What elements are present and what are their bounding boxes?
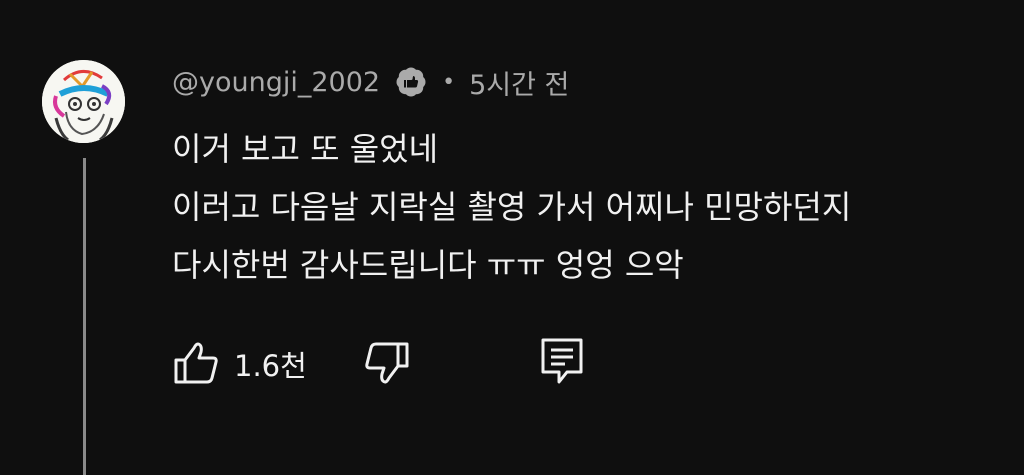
like-button[interactable]: 1.6천 xyxy=(172,338,307,390)
avatar[interactable] xyxy=(42,60,125,143)
comment-line: 다시한번 감사드립니다 ㅠㅠ 엉엉 으악 xyxy=(172,246,684,284)
reply-thread-line xyxy=(83,158,86,475)
username[interactable]: @youngji_2002 xyxy=(172,67,380,98)
comment-actions: 1.6천 xyxy=(172,336,585,392)
comment-line: 이러고 다음날 지락실 촬영 가서 어찌나 민망하던지 xyxy=(172,188,852,226)
separator-dot: • xyxy=(442,69,456,95)
comment-header: @youngji_2002 • 5시간 전 xyxy=(172,62,569,102)
comment-text: 이거 보고 또 울었네 이러고 다음날 지락실 촬영 가서 어찌나 민망하던지 … xyxy=(172,120,992,294)
reply-icon xyxy=(539,336,585,392)
timestamp[interactable]: 5시간 전 xyxy=(469,63,569,102)
reply-button[interactable] xyxy=(539,336,585,392)
dislike-button[interactable] xyxy=(363,338,411,390)
like-count: 1.6천 xyxy=(234,349,307,383)
comment-line: 이거 보고 또 울었네 xyxy=(172,130,439,168)
thumbs-up-icon xyxy=(172,338,220,390)
creator-heart-badge-icon xyxy=(394,65,428,99)
thumbs-down-icon xyxy=(363,338,411,390)
